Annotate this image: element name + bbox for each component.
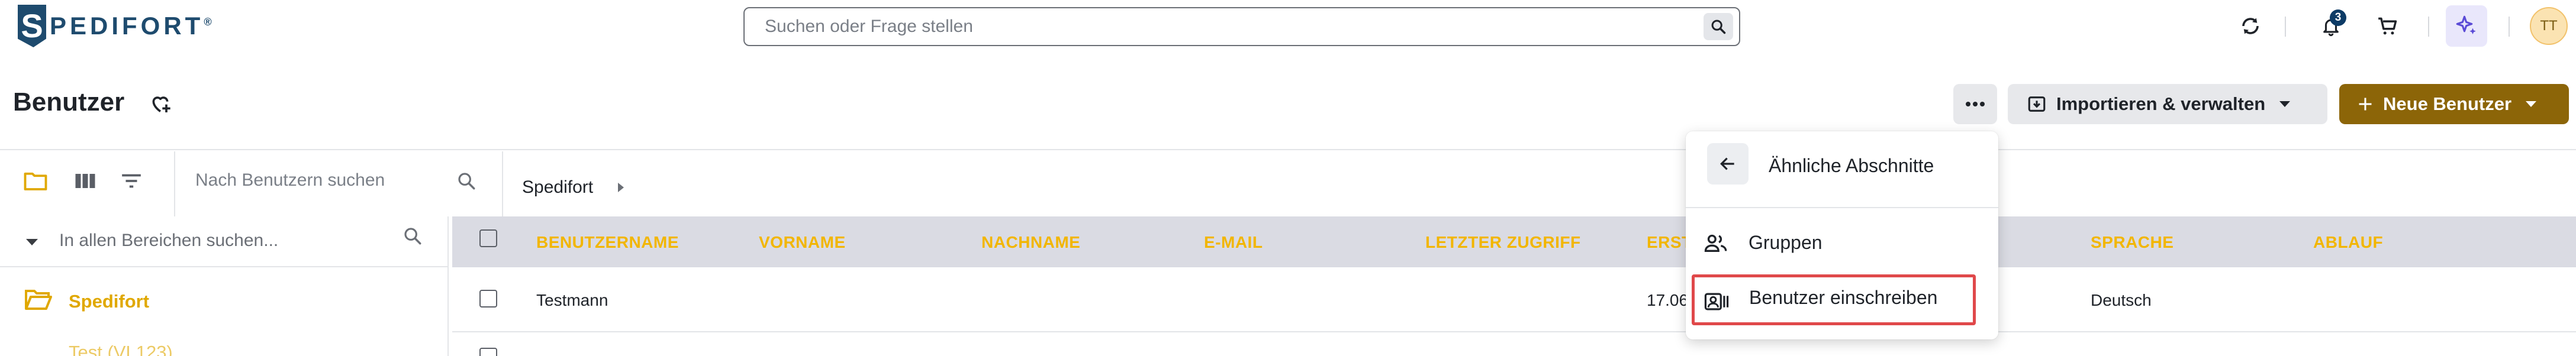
breadcrumb[interactable]: Spedifort <box>522 177 593 198</box>
import-manage-label: Importieren & verwalten <box>2056 93 2266 114</box>
menu-item-label: Gruppen <box>1749 232 1822 253</box>
sparkle-icon <box>2456 15 2476 34</box>
select-all-checkbox[interactable] <box>479 229 497 247</box>
cell-benutzername: Testmann <box>536 291 608 309</box>
user-avatar[interactable]: TT <box>2530 7 2568 45</box>
filter-icon <box>122 174 141 188</box>
toolbar-separator <box>502 151 503 216</box>
menu-item-gruppen[interactable]: Gruppen <box>1686 219 1998 266</box>
more-options-button[interactable] <box>1953 84 1997 124</box>
tree-divider <box>0 266 447 267</box>
search-icon <box>404 228 421 245</box>
sync-button[interactable] <box>2234 9 2267 43</box>
global-search-button[interactable] <box>1704 13 1733 40</box>
related-sections-label[interactable]: Ähnliche Abschnitte <box>1769 155 1934 177</box>
column-header-sprache[interactable]: SPRACHE <box>2091 233 2174 252</box>
sync-icon <box>2242 18 2259 34</box>
tree-item-spedifort[interactable]: Spedifort <box>69 291 149 312</box>
arrow-left-icon <box>1720 157 1734 170</box>
notification-badge: 3 <box>2330 9 2346 26</box>
chevron-down-icon <box>2526 101 2537 107</box>
folder-open-icon <box>24 287 52 314</box>
column-header-benutzername[interactable]: BENUTZERNAME <box>536 233 679 252</box>
user-search-button[interactable] <box>452 167 481 195</box>
group-icon <box>1704 231 1728 255</box>
tree-search-input[interactable]: In allen Bereichen suchen... <box>59 231 278 251</box>
filter-button[interactable] <box>117 167 146 195</box>
tree-scope-caret-icon[interactable] <box>26 239 38 245</box>
toolbar-separator <box>174 151 175 216</box>
notifications-button[interactable]: 3 <box>2314 9 2348 43</box>
folder-icon <box>24 172 47 190</box>
tree-panel: In allen Bereichen suchen... Spedifort T… <box>0 216 449 356</box>
folder-view-button[interactable] <box>21 167 50 195</box>
column-view-button[interactable] <box>71 167 99 195</box>
global-search-placeholder: Suchen oder Frage stellen <box>765 17 973 36</box>
menu-divider <box>1686 207 1998 208</box>
new-user-label: Neue Benutzer <box>2383 93 2512 114</box>
spedifort-logo[interactable]: S PEDIFORT® <box>18 5 215 47</box>
header-divider <box>0 149 2576 150</box>
enroll-user-icon <box>1704 289 1729 314</box>
toolbar-divider <box>2509 17 2510 37</box>
global-search-input[interactable]: Suchen oder Frage stellen <box>743 7 1740 46</box>
chevron-right-icon <box>618 183 624 192</box>
import-icon <box>2028 96 2046 112</box>
column-header-ablauf[interactable]: ABLAUF <box>2313 233 2383 252</box>
cell-erstellt: 17.06 <box>1647 291 1689 309</box>
plus-icon <box>2359 98 2372 111</box>
column-header-email[interactable]: E-MAIL <box>1204 233 1263 252</box>
toolbar-divider <box>2428 17 2429 37</box>
page-title: Benutzer <box>13 88 125 116</box>
row-checkbox[interactable] <box>479 290 497 308</box>
logo-text: PEDIFORT® <box>50 12 215 40</box>
chevron-down-icon <box>2279 101 2291 107</box>
back-button[interactable] <box>1707 143 1749 185</box>
menu-item-benutzer-einschreiben[interactable]: Benutzer einschreiben <box>1692 274 1976 325</box>
search-icon <box>1711 20 1726 34</box>
more-horizontal-icon <box>1966 102 1985 106</box>
logo-wordmark: PEDIFORT <box>50 12 204 40</box>
ai-assistant-button[interactable] <box>2446 5 2487 47</box>
search-icon <box>458 173 475 190</box>
row-checkbox[interactable] <box>479 348 497 356</box>
logo-registered: ® <box>204 16 215 28</box>
tree-search-button[interactable] <box>402 226 423 249</box>
user-search-input[interactable]: Nach Benutzern suchen <box>195 170 385 190</box>
toolbar-divider <box>2285 17 2286 37</box>
columns-icon <box>75 174 95 188</box>
column-header-nachname[interactable]: NACHNAME <box>981 233 1080 252</box>
table-header: BENUTZERNAME VORNAME NACHNAME E-MAIL LET… <box>452 216 2576 267</box>
column-header-letzter-zugriff[interactable]: LETZTER ZUGRIFF <box>1425 233 1581 252</box>
more-options-menu: Ähnliche Abschnitte Gruppen Benutzer ein… <box>1686 131 1998 339</box>
cell-sprache: Deutsch <box>2091 291 2152 309</box>
favorite-button[interactable] <box>147 90 174 117</box>
cart-button[interactable] <box>2371 9 2404 43</box>
cart-icon <box>2378 17 2397 35</box>
heart-add-icon <box>152 96 170 112</box>
tree-item-test[interactable]: Test (VL123) <box>69 342 173 356</box>
new-user-button[interactable]: Neue Benutzer <box>2339 84 2569 124</box>
logo-mark: S <box>18 5 46 47</box>
app-root: S PEDIFORT® Suchen oder Frage stellen 3 … <box>0 0 2576 356</box>
column-header-vorname[interactable]: VORNAME <box>759 233 846 252</box>
table-row[interactable]: Testmann 17.06 Deutsch <box>452 267 2576 332</box>
menu-item-label: Benutzer einschreiben <box>1749 287 1938 308</box>
import-manage-button[interactable]: Importieren & verwalten <box>2008 84 2327 124</box>
